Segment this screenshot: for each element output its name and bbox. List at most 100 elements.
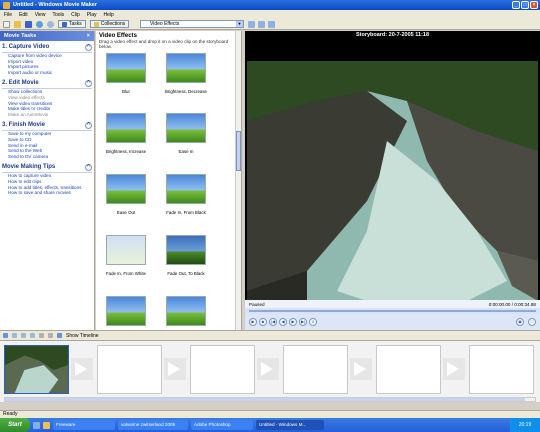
storyboard-clip[interactable] (4, 345, 69, 394)
menu-file[interactable]: File (4, 12, 12, 18)
effect-thumbnail[interactable] (106, 235, 146, 265)
audio-level-icon[interactable] (3, 333, 8, 338)
zoom-in-icon[interactable] (21, 333, 26, 338)
forward-icon[interactable]: ▶ (289, 318, 297, 326)
taskbar-task-photoshop[interactable]: Adobe Photoshop (191, 420, 253, 430)
seek-track[interactable] (249, 310, 536, 312)
clock[interactable]: 20:19 (519, 422, 532, 428)
effect-item[interactable]: Brightness, Decrease (165, 53, 207, 94)
transition-slot[interactable] (257, 358, 279, 380)
scrollbar-thumb[interactable] (236, 131, 241, 171)
effect-thumbnail[interactable] (106, 296, 146, 326)
redo-icon[interactable] (47, 20, 54, 28)
quick-launch-icon[interactable] (33, 421, 40, 429)
storyboard-empty-frame[interactable] (190, 345, 255, 394)
zoom-out-icon[interactable] (30, 333, 35, 338)
collection-dropdown[interactable]: Video Effects ▼ (140, 20, 244, 28)
new-project-icon[interactable] (3, 20, 10, 28)
menu-tools[interactable]: Tools (52, 12, 64, 18)
taskbar-task-folder[interactable]: valvarine zwitserland 2005 (118, 420, 188, 430)
effect-label: Ease Out (116, 210, 136, 215)
effect-item[interactable]: Fade In, From White (106, 235, 146, 276)
menu-edit[interactable]: Edit (19, 12, 28, 18)
effect-item[interactable]: Fade In, From Black (166, 174, 206, 215)
effect-thumbnail[interactable] (166, 296, 206, 326)
next-icon[interactable]: ▶| (299, 318, 307, 326)
collections-button[interactable]: Collections (89, 20, 130, 28)
menu-clip[interactable]: Clip (71, 12, 80, 18)
collection-scrollbar[interactable] (235, 31, 241, 330)
play-icon[interactable]: ▶ (249, 318, 257, 326)
effect-item[interactable] (166, 296, 206, 326)
new-folder-icon[interactable] (258, 21, 265, 28)
storyboard-empty-frame[interactable] (469, 345, 534, 394)
effect-thumbnail[interactable] (166, 53, 206, 83)
transition-slot[interactable] (71, 358, 93, 380)
quick-launch-icon[interactable] (43, 421, 50, 429)
play-storyboard-icon[interactable] (48, 333, 53, 338)
storyboard-scrollbar[interactable] (4, 397, 536, 402)
collapse-toggle-icon[interactable]: ^ (85, 164, 92, 172)
views-icon[interactable] (268, 21, 275, 28)
stop-icon[interactable]: ■ (259, 318, 267, 326)
collection-dropdown-value: Video Effects (150, 21, 180, 27)
effect-thumbnail[interactable] (166, 174, 206, 204)
storyboard-empty-frame[interactable] (283, 345, 348, 394)
rewind-icon[interactable] (39, 333, 44, 338)
effect-item[interactable]: Ease Out (106, 174, 146, 215)
transition-slot[interactable] (350, 358, 372, 380)
app-icon (3, 1, 10, 9)
undo-icon[interactable] (36, 20, 43, 28)
effect-item[interactable]: Brightness, Increase (106, 113, 146, 154)
fullscreen-icon[interactable]: □ (528, 318, 536, 326)
link-send-dv-camera[interactable]: Send to DV camera (2, 154, 92, 160)
chevron-down-icon[interactable]: ▼ (236, 21, 243, 27)
up-folder-icon[interactable] (248, 21, 255, 28)
system-tray: 20:19 (510, 418, 540, 432)
effect-thumbnail[interactable] (106, 53, 146, 83)
effect-label: Brightness, Decrease (165, 89, 207, 94)
narrate-icon[interactable] (12, 333, 17, 338)
open-project-icon[interactable] (14, 20, 21, 28)
minimize-button[interactable]: _ (512, 1, 520, 9)
transition-slot[interactable] (443, 358, 465, 380)
effect-item[interactable]: Ease In (166, 113, 206, 154)
show-timeline-button[interactable]: Show Timeline (66, 333, 99, 339)
effect-thumbnail[interactable] (106, 174, 146, 204)
status-bar: Ready (0, 410, 540, 418)
window-title: Untitled - Windows Movie Maker (13, 2, 97, 8)
close-pane-icon[interactable]: × (87, 33, 90, 39)
back-icon[interactable]: ◀ (279, 318, 287, 326)
menu-view[interactable]: View (35, 12, 46, 18)
tasks-button[interactable]: Tasks (58, 20, 86, 28)
effect-thumbnail[interactable] (106, 113, 146, 143)
effect-thumbnail[interactable] (166, 235, 206, 265)
maximize-button[interactable]: □ (521, 1, 529, 9)
link-import-audio[interactable]: Import audio or music (2, 70, 92, 76)
storyboard-empty-frame[interactable] (376, 345, 441, 394)
effect-item[interactable] (106, 296, 146, 326)
split-icon[interactable]: ‖ (309, 318, 317, 326)
close-button[interactable]: × (530, 1, 538, 9)
effect-item[interactable]: Fade Out, To Black (166, 235, 206, 276)
collapse-toggle-icon[interactable]: ^ (85, 80, 92, 88)
menu-play[interactable]: Play (87, 12, 97, 18)
previous-icon[interactable]: |◀ (269, 318, 277, 326)
start-button[interactable]: Start (0, 418, 30, 432)
taskbar-task-moviemaker[interactable]: Untitled - Windows M... (256, 420, 324, 430)
effect-thumbnail[interactable] (166, 113, 206, 143)
snapshot-icon[interactable]: ◉ (516, 318, 524, 326)
collapse-toggle-icon[interactable]: ^ (85, 44, 92, 51)
save-project-icon[interactable] (25, 20, 32, 28)
taskbar-task-freeware[interactable]: Freeware (53, 420, 115, 430)
section-capture-video: 1. Capture Video ^ Capture from video dev… (2, 44, 92, 75)
menu-help[interactable]: Help (103, 12, 113, 18)
storyboard: 20-7-2005 11:18 (0, 340, 540, 402)
collapse-toggle-icon[interactable]: ^ (85, 122, 92, 130)
link-how-save-share[interactable]: How to save and share movies (2, 190, 92, 196)
storyboard-empty-frame[interactable] (97, 345, 162, 394)
transition-slot[interactable] (164, 358, 186, 380)
scrollbar-thumb[interactable] (5, 398, 525, 401)
collection-subtitle: Drag a video effect and drop it on a vid… (99, 39, 229, 49)
effect-item[interactable]: Blur (106, 53, 146, 94)
